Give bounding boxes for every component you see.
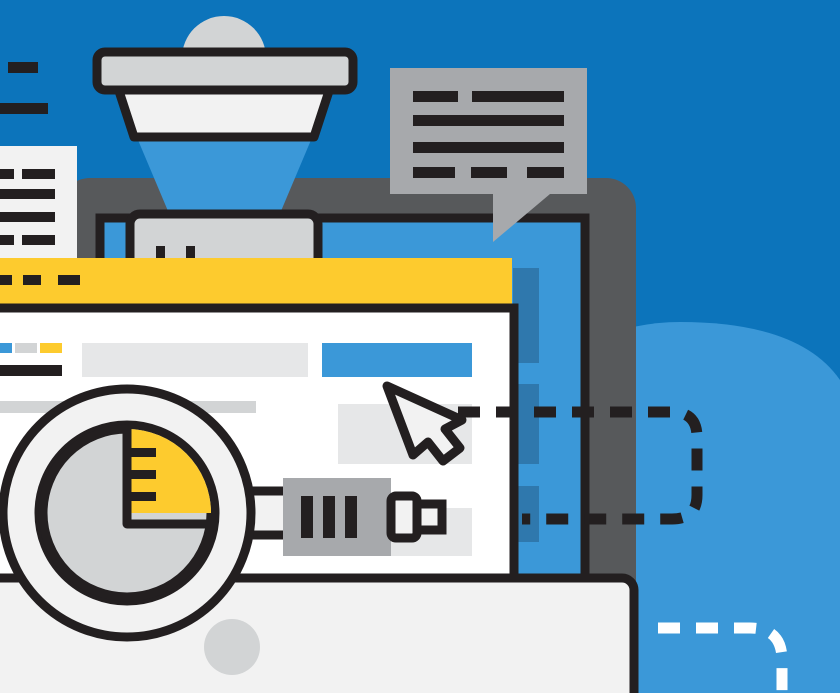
paper-document-icon: [0, 146, 77, 258]
search-field-placeholder: [82, 343, 308, 377]
illustration-canvas: [0, 0, 840, 693]
content-line: [0, 365, 62, 376]
button-placeholder: [322, 343, 472, 377]
yellow-header-bar: [0, 258, 512, 308]
data-analysis-illustration: [0, 0, 840, 693]
